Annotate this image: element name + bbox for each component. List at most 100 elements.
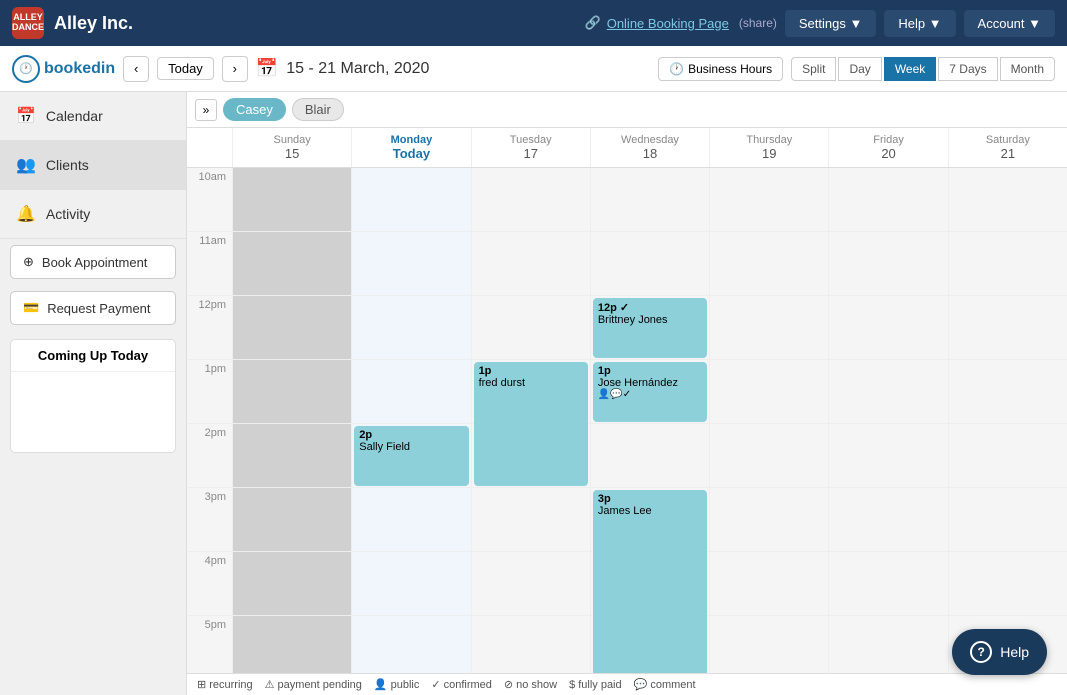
day-cell-3-3[interactable]: 1pJose Hernández👤💬✓ [590, 360, 709, 424]
day-cell-2-4[interactable] [709, 296, 828, 360]
day-cell-1-5[interactable] [828, 232, 947, 296]
apt-time-label: 12p ✓ [598, 301, 702, 314]
sub-navigation: 🕐 bookedin ‹ Today › 📅 15 - 21 March, 20… [0, 46, 1067, 92]
day-cell-4-3[interactable] [590, 424, 709, 488]
day-cell-4-0[interactable] [232, 424, 351, 488]
day-cell-4-1[interactable]: 2pSally Field [351, 424, 470, 488]
coming-up-content [11, 372, 175, 452]
day-cell-3-0[interactable] [232, 360, 351, 424]
day-cell-0-5[interactable] [828, 168, 947, 232]
day-cell-2-5[interactable] [828, 296, 947, 360]
day-cell-0-4[interactable] [709, 168, 828, 232]
day-cell-1-4[interactable] [709, 232, 828, 296]
day-cell-5-6[interactable] [948, 488, 1067, 552]
business-hours-button[interactable]: 🕐 Business Hours [658, 57, 783, 81]
day-cell-1-0[interactable] [232, 232, 351, 296]
sidebar: 📅 Calendar 👥 Clients 🔔 Activity ⊕ Book A… [0, 92, 187, 695]
time-row-10am: 10am [187, 168, 1067, 232]
calendar-icon: 📅 [16, 106, 36, 126]
recurring-icon: ⊞ [197, 678, 206, 691]
day-cell-4-6[interactable] [948, 424, 1067, 488]
day-cell-4-4[interactable] [709, 424, 828, 488]
day-cell-6-5[interactable] [828, 552, 947, 616]
day-cell-6-4[interactable] [709, 552, 828, 616]
day-cell-6-6[interactable] [948, 552, 1067, 616]
day-cell-0-6[interactable] [948, 168, 1067, 232]
day-cell-0-3[interactable] [590, 168, 709, 232]
appointment-apt4[interactable]: 2pSally Field [354, 426, 468, 486]
day-cell-5-2[interactable] [471, 488, 590, 552]
expand-staff-button[interactable]: » [195, 99, 217, 121]
appointment-apt3[interactable]: 1pfred durst [474, 362, 588, 486]
calendar-grid[interactable]: Sunday 15 Monday Today Tuesday 17 Wednes… [187, 128, 1067, 673]
day-cell-6-1[interactable] [351, 552, 470, 616]
settings-button[interactable]: Settings ▼ [785, 10, 876, 37]
help-button[interactable]: Help ▼ [884, 10, 955, 37]
legend-no-show: ⊘ no show [504, 678, 557, 691]
online-booking-link[interactable]: Online Booking Page [607, 16, 729, 31]
help-fab[interactable]: ? Help [952, 629, 1047, 675]
day-view-button[interactable]: Day [838, 57, 881, 81]
prev-week-button[interactable]: ‹ [123, 56, 149, 82]
day-cell-5-5[interactable] [828, 488, 947, 552]
day-cell-3-6[interactable] [948, 360, 1067, 424]
day-cell-2-2[interactable] [471, 296, 590, 360]
day-cell-0-1[interactable] [351, 168, 470, 232]
day-cell-7-5[interactable] [828, 616, 947, 673]
account-button[interactable]: Account ▼ [964, 10, 1055, 37]
day-cell-0-2[interactable] [471, 168, 590, 232]
apt-client-name: fred durst [479, 377, 583, 389]
day-cell-2-6[interactable] [948, 296, 1067, 360]
appointment-apt5[interactable]: 3pJames Lee [593, 490, 707, 673]
day-cell-2-0[interactable] [232, 296, 351, 360]
day-cell-0-0[interactable] [232, 168, 351, 232]
day-cell-5-1[interactable] [351, 488, 470, 552]
sidebar-item-clients[interactable]: 👥 Clients [0, 141, 186, 190]
time-label-11am: 11am [187, 232, 232, 296]
day-header-thursday: Thursday 19 [709, 128, 828, 167]
seven-days-view-button[interactable]: 7 Days [938, 57, 997, 81]
day-cell-5-0[interactable] [232, 488, 351, 552]
day-cell-3-4[interactable] [709, 360, 828, 424]
day-cell-6-2[interactable] [471, 552, 590, 616]
time-label-3pm: 3pm [187, 488, 232, 552]
day-cell-7-4[interactable] [709, 616, 828, 673]
staff-tab-blair[interactable]: Blair [292, 98, 344, 121]
day-cell-5-3[interactable]: 3pJames Lee [590, 488, 709, 552]
day-cell-1-1[interactable] [351, 232, 470, 296]
request-payment-button[interactable]: 💳 Request Payment [10, 291, 176, 325]
day-cell-2-1[interactable] [351, 296, 470, 360]
week-view-button[interactable]: Week [884, 57, 936, 81]
sidebar-item-activity[interactable]: 🔔 Activity [0, 190, 186, 239]
appointment-apt2[interactable]: 1pJose Hernández👤💬✓ [593, 362, 707, 422]
day-cell-4-5[interactable] [828, 424, 947, 488]
staff-tab-casey[interactable]: Casey [223, 98, 286, 121]
day-cell-7-0[interactable] [232, 616, 351, 673]
apt-client-name: Brittney Jones [598, 314, 702, 326]
next-week-button[interactable]: › [222, 56, 248, 82]
time-label-1pm: 1pm [187, 360, 232, 424]
day-cell-7-1[interactable] [351, 616, 470, 673]
day-cell-3-5[interactable] [828, 360, 947, 424]
day-cell-3-1[interactable] [351, 360, 470, 424]
day-cell-3-2[interactable]: 1pfred durst [471, 360, 590, 424]
day-cell-7-2[interactable] [471, 616, 590, 673]
day-cell-1-2[interactable] [471, 232, 590, 296]
today-button[interactable]: Today [157, 57, 214, 80]
day-cell-1-6[interactable] [948, 232, 1067, 296]
time-label-2pm: 2pm [187, 424, 232, 488]
day-cell-2-3[interactable]: 12p ✓Brittney Jones [590, 296, 709, 360]
day-header-saturday: Saturday 21 [948, 128, 1067, 167]
calendar-picker-icon[interactable]: 📅 [256, 58, 278, 79]
split-view-button[interactable]: Split [791, 57, 836, 81]
day-cell-1-3[interactable] [590, 232, 709, 296]
day-cell-5-4[interactable] [709, 488, 828, 552]
coming-up-title: Coming Up Today [11, 340, 175, 372]
book-appointment-button[interactable]: ⊕ Book Appointment [10, 245, 176, 279]
appointment-apt1[interactable]: 12p ✓Brittney Jones [593, 298, 707, 358]
sidebar-item-calendar[interactable]: 📅 Calendar [0, 92, 186, 141]
day-cell-6-0[interactable] [232, 552, 351, 616]
day-header-tuesday: Tuesday 17 [471, 128, 590, 167]
day-header-monday: Monday Today [351, 128, 470, 167]
month-view-button[interactable]: Month [1000, 57, 1055, 81]
